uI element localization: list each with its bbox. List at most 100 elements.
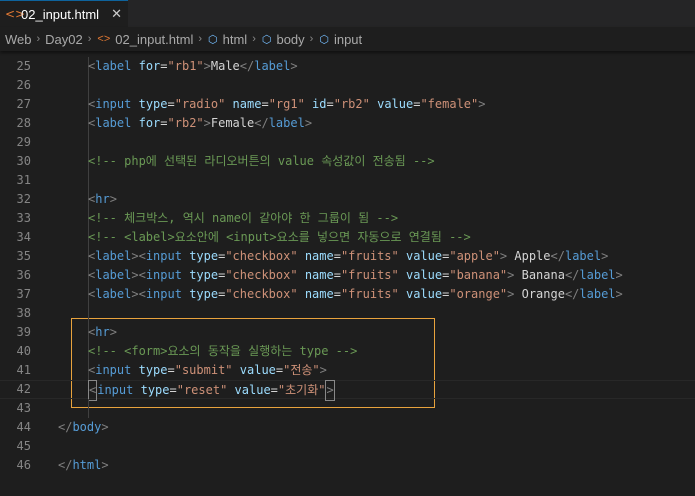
code-token: type bbox=[138, 363, 168, 377]
code-token: < bbox=[138, 268, 146, 282]
breadcrumb-item-day02[interactable]: Day02 bbox=[45, 32, 83, 47]
code-line[interactable]: 33 <!-- 체크박스, 역시 name이 같아야 한 그룹이 됨 --> bbox=[0, 209, 695, 228]
breadcrumb-item-body[interactable]: body bbox=[276, 32, 304, 47]
line-number: 25 bbox=[16, 59, 31, 73]
code-token: label bbox=[579, 287, 616, 301]
code-token: <!-- <label>요소안에 <input>요소를 넣으면 자동으로 연결됨… bbox=[88, 230, 471, 244]
code-token: "orange" bbox=[449, 287, 508, 301]
code-token: "checkbox" bbox=[225, 249, 298, 263]
code-line[interactable]: 29 bbox=[0, 133, 695, 152]
code-line[interactable]: 45 bbox=[0, 437, 695, 456]
code-token: > bbox=[478, 97, 486, 111]
line-number: 45 bbox=[16, 439, 31, 453]
code-token: label bbox=[254, 59, 291, 73]
code-token: = bbox=[167, 97, 175, 111]
chevron-right-icon: › bbox=[36, 33, 41, 45]
code-line[interactable]: 28 <label for="rb2">Female</label> bbox=[0, 114, 695, 133]
code-token: = bbox=[160, 59, 168, 73]
code-token: > bbox=[601, 249, 609, 263]
code-content: <hr> bbox=[88, 190, 117, 209]
breadcrumb-item-web[interactable]: Web bbox=[5, 32, 32, 47]
code-line[interactable]: 31 bbox=[0, 171, 695, 190]
html-file-icon: <> bbox=[5, 7, 26, 21]
code-line[interactable]: 26 bbox=[0, 76, 695, 95]
code-token: Female bbox=[210, 116, 255, 130]
breadcrumb-item-file[interactable]: 02_input.html bbox=[115, 32, 193, 47]
code-token: <!-- php에 선택된 라디오버튼의 value 속성값이 전송됨 --> bbox=[88, 154, 435, 168]
code-token: type bbox=[140, 383, 170, 397]
code-token: < bbox=[138, 249, 146, 263]
editor-tab-02-input-html[interactable]: <> 02_input.html ✕ bbox=[0, 0, 128, 27]
code-token: value bbox=[405, 249, 443, 263]
code-token: </ bbox=[254, 116, 269, 130]
line-number: 26 bbox=[16, 78, 31, 92]
breadcrumb-item-input[interactable]: input bbox=[334, 32, 362, 47]
code-line[interactable]: 40 <!-- <form>요소의 동작을 실행하는 type --> bbox=[0, 342, 695, 361]
indent-guide bbox=[88, 133, 89, 152]
code-token: label bbox=[95, 116, 132, 130]
code-line[interactable]: 42 <input type="reset" value="초기화"> bbox=[0, 380, 695, 401]
code-token: "apple" bbox=[449, 249, 500, 263]
code-line[interactable]: 32 <hr> bbox=[0, 190, 695, 209]
code-token: "radio" bbox=[174, 97, 226, 111]
code-editor[interactable]: 25 <label for="rb1">Male</label> 26 27 <inpu… bbox=[0, 51, 695, 496]
code-token: label bbox=[95, 268, 132, 282]
indent-guide bbox=[88, 171, 89, 190]
code-line[interactable]: 36 <label><input type="checkbox" name="fr… bbox=[0, 266, 695, 285]
code-token: </ bbox=[58, 420, 73, 434]
close-icon[interactable]: ✕ bbox=[111, 7, 122, 22]
code-token: > bbox=[131, 249, 139, 263]
code-token: > bbox=[203, 116, 211, 130]
code-token: "fruits" bbox=[340, 287, 399, 301]
code-line[interactable]: 44 </body> bbox=[0, 418, 695, 437]
code-token: = bbox=[160, 116, 168, 130]
element-cube-icon: ⬡ bbox=[319, 33, 329, 46]
code-line[interactable]: 25 <label for="rb1">Male</label> bbox=[0, 57, 695, 76]
code-token: input bbox=[95, 363, 132, 377]
chevron-right-icon: › bbox=[252, 33, 256, 45]
line-number: 42 bbox=[16, 382, 31, 396]
code-token: name bbox=[232, 97, 262, 111]
code-token: "fruits" bbox=[340, 268, 399, 282]
code-line[interactable]: 27 <input type="radio" name="rg1" id="rb2… bbox=[0, 95, 695, 114]
code-token: > bbox=[131, 287, 139, 301]
code-token: "checkbox" bbox=[225, 268, 298, 282]
code-token: hr bbox=[95, 192, 110, 206]
code-line[interactable]: 37 <label><input type="checkbox" name="fr… bbox=[0, 285, 695, 304]
line-number: 36 bbox=[16, 268, 31, 282]
code-token: > bbox=[101, 458, 109, 472]
code-token: = bbox=[169, 383, 177, 397]
code-token: input bbox=[145, 249, 182, 263]
code-line[interactable]: 38 bbox=[0, 304, 695, 323]
code-token: > bbox=[290, 59, 298, 73]
code-line[interactable]: 30 <!-- php에 선택된 라디오버튼의 value 속성값이 전송됨 --… bbox=[0, 152, 695, 171]
code-line[interactable]: 39 <hr> bbox=[0, 323, 695, 342]
code-content: <hr> bbox=[88, 323, 117, 342]
code-line[interactable]: 46 </html> bbox=[0, 456, 695, 475]
code-content: </html> bbox=[58, 456, 109, 475]
code-token: label bbox=[564, 249, 602, 263]
code-line[interactable]: 34 <!-- <label>요소안에 <input>요소를 넣으면 자동으로 연… bbox=[0, 228, 695, 247]
code-token: input bbox=[145, 268, 182, 282]
line-number: 28 bbox=[16, 116, 31, 130]
breadcrumb-item-html[interactable]: html bbox=[223, 32, 248, 47]
code-token: input bbox=[145, 287, 182, 301]
code-line[interactable]: 41 <input type="submit" value="전송"> bbox=[0, 361, 695, 380]
code-token: = bbox=[333, 249, 341, 263]
code-token: value bbox=[239, 363, 276, 377]
code-token: value bbox=[405, 287, 443, 301]
code-token: for bbox=[138, 116, 161, 130]
code-token: > bbox=[109, 192, 117, 206]
code-line[interactable]: 35 <label><input type="checkbox" name="fr… bbox=[0, 247, 695, 266]
code-token: name bbox=[304, 268, 334, 282]
code-token: label bbox=[268, 116, 305, 130]
code-line[interactable]: 43 bbox=[0, 399, 695, 418]
code-token: > bbox=[131, 268, 139, 282]
code-token: </ bbox=[58, 458, 73, 472]
line-number: 43 bbox=[16, 401, 31, 415]
